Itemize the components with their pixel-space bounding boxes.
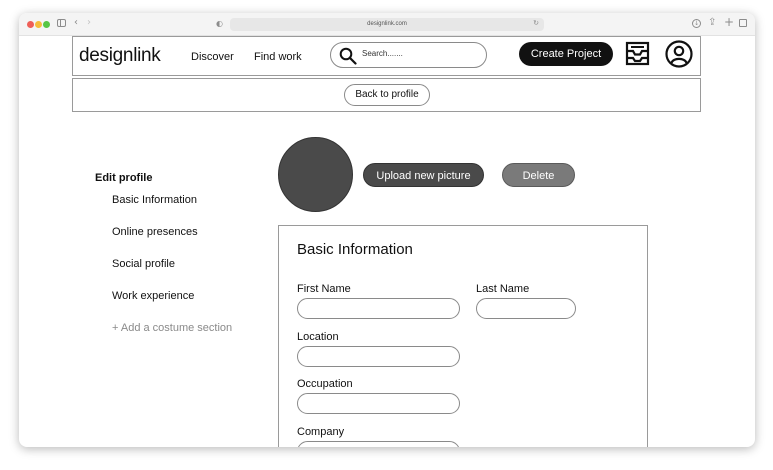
nav-link-discover[interactable]: Discover — [191, 51, 234, 63]
profile-subbar: Back to profile — [72, 78, 701, 112]
sidebar-item-work-experience[interactable]: Work experience — [112, 290, 194, 302]
search-input[interactable] — [362, 49, 472, 58]
company-label: Company — [297, 426, 345, 438]
location-field[interactable] — [297, 346, 460, 367]
share-icon[interactable]: ⇪ — [708, 18, 716, 28]
occupation-label: Occupation — [297, 378, 353, 390]
basic-information-form: Basic Information First Name Last Name L… — [278, 225, 648, 447]
inbox-tray-icon[interactable] — [625, 41, 650, 66]
page-content: designlink Discover Find work Create Pro… — [19, 36, 755, 447]
first-name-field[interactable] — [297, 298, 460, 319]
close-window-button[interactable] — [27, 21, 34, 28]
avatar — [278, 137, 353, 212]
last-name-label: Last Name — [476, 283, 530, 295]
reload-icon[interactable]: ↻ — [533, 19, 539, 27]
address-bar[interactable]: designlink.com ↻ — [230, 18, 544, 31]
browser-window: ‹ › ◐ designlink.com ↻ ↓ ⇪ + designlink … — [19, 13, 755, 447]
site-logo[interactable]: designlink — [79, 45, 161, 67]
sidebar-title: Edit profile — [95, 172, 153, 184]
first-name-label: First Name — [297, 283, 351, 295]
sidebar-item-online-presences[interactable]: Online presences — [112, 226, 198, 238]
delete-picture-button[interactable]: Delete — [502, 163, 575, 187]
browser-toolbar: ‹ › ◐ designlink.com ↻ ↓ ⇪ + — [19, 13, 755, 36]
download-icon[interactable]: ↓ — [692, 19, 701, 28]
back-arrow-icon[interactable]: ‹ — [74, 18, 78, 28]
address-url: designlink.com — [367, 21, 407, 27]
top-navigation: designlink Discover Find work Create Pro… — [72, 36, 701, 76]
occupation-field[interactable] — [297, 393, 460, 414]
maximize-window-button[interactable] — [43, 21, 50, 28]
sidebar-toggle-icon[interactable] — [57, 19, 66, 27]
screen: ‹ › ◐ designlink.com ↻ ↓ ⇪ + designlink … — [0, 0, 773, 470]
sidebar-item-basic-information[interactable]: Basic Information — [112, 194, 197, 206]
tab-overview-icon[interactable] — [739, 19, 747, 27]
back-to-profile-button[interactable]: Back to profile — [344, 84, 430, 106]
forward-arrow-icon[interactable]: › — [87, 18, 91, 28]
create-project-button[interactable]: Create Project — [519, 42, 613, 66]
sidebar-item-social-profile[interactable]: Social profile — [112, 258, 175, 270]
form-title: Basic Information — [297, 241, 413, 258]
nav-link-find-work[interactable]: Find work — [254, 51, 302, 63]
upload-picture-button[interactable]: Upload new picture — [363, 163, 484, 187]
search-icon[interactable] — [339, 47, 357, 65]
new-tab-icon[interactable]: + — [724, 16, 734, 28]
search-box[interactable] — [330, 42, 487, 68]
privacy-shield-icon[interactable]: ◐ — [216, 19, 223, 29]
add-custom-section-link[interactable]: + Add a costume section — [112, 322, 232, 334]
minimize-window-button[interactable] — [35, 21, 42, 28]
company-field[interactable] — [297, 441, 460, 447]
location-label: Location — [297, 331, 339, 343]
last-name-field[interactable] — [476, 298, 576, 319]
user-circle-icon[interactable] — [665, 40, 693, 68]
